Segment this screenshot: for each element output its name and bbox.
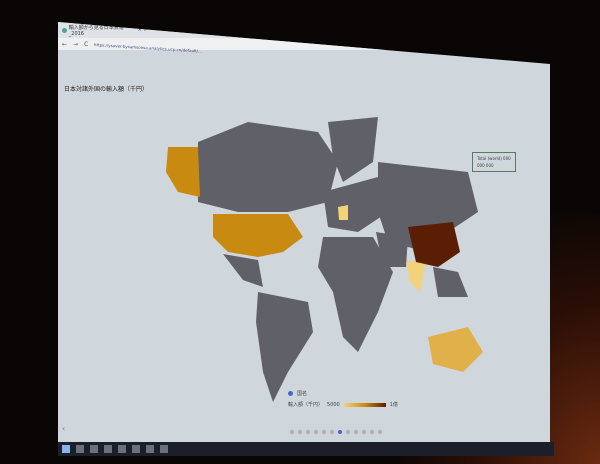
pager-dot[interactable] bbox=[298, 430, 302, 434]
country-canada[interactable] bbox=[198, 122, 338, 212]
pager-dot[interactable] bbox=[338, 430, 342, 434]
country-southeast-asia[interactable] bbox=[433, 267, 468, 297]
world-map[interactable] bbox=[138, 102, 498, 402]
country-south-america[interactable] bbox=[256, 292, 313, 402]
pager-dot[interactable] bbox=[378, 430, 382, 434]
taskbar bbox=[58, 442, 554, 456]
back-button[interactable]: ← bbox=[62, 41, 67, 48]
projected-screen: 輸入額から見る日本貿易_2016 × + ← → C https://ysave… bbox=[58, 22, 550, 442]
map-legend: 国名 輸入額（千円） 5000 1億 bbox=[288, 390, 398, 412]
edge-icon[interactable] bbox=[104, 445, 112, 453]
page-title: 日本対諸外国の輸入額（千円） bbox=[64, 86, 149, 93]
favicon-icon bbox=[62, 27, 67, 33]
nav-bar: ← → C https://ysaver-bysamsonsa.analytic… bbox=[58, 38, 550, 53]
country-usa[interactable] bbox=[213, 214, 303, 257]
pager-dot[interactable] bbox=[290, 430, 294, 434]
pager-dot[interactable] bbox=[346, 430, 350, 434]
address-bar[interactable]: https://ysaver-bysamsonsa.analytics.ucp.… bbox=[94, 42, 202, 54]
country-australia[interactable] bbox=[428, 327, 483, 372]
country-india[interactable] bbox=[406, 260, 426, 292]
legend-scale-label: 輸入額（千円） bbox=[288, 402, 324, 408]
pager-dot[interactable] bbox=[362, 430, 366, 434]
country-mexico[interactable] bbox=[223, 254, 263, 287]
color-scale-bar bbox=[343, 402, 386, 407]
reload-button[interactable]: C bbox=[84, 41, 88, 48]
pager-dot[interactable] bbox=[354, 430, 358, 434]
forward-button[interactable]: → bbox=[73, 41, 78, 48]
browser-tab[interactable]: 輸入額から見る日本貿易_2016 × bbox=[62, 24, 142, 37]
legend-max: 1億 bbox=[389, 402, 398, 408]
task-view-icon[interactable] bbox=[90, 445, 98, 453]
powerpoint-icon[interactable] bbox=[160, 445, 168, 453]
legend-series-label[interactable]: 国名 bbox=[297, 390, 307, 397]
pager-dot[interactable] bbox=[322, 430, 326, 434]
prev-slide-button[interactable]: ‹ bbox=[62, 424, 65, 433]
legend-min: 5000 bbox=[327, 401, 340, 408]
explorer-icon[interactable] bbox=[132, 445, 140, 453]
chrome-icon[interactable] bbox=[118, 445, 126, 453]
pager-dot[interactable] bbox=[314, 430, 318, 434]
windows-start-icon[interactable] bbox=[62, 445, 70, 453]
pager-dot[interactable] bbox=[370, 430, 374, 434]
country-alaska[interactable] bbox=[166, 147, 200, 197]
app-icon[interactable] bbox=[146, 445, 154, 453]
series-marker-icon bbox=[288, 391, 293, 396]
tab-title: 輸入額から見る日本貿易_2016 bbox=[68, 24, 124, 37]
country-china[interactable] bbox=[408, 222, 460, 267]
pager-dot[interactable] bbox=[330, 430, 334, 434]
new-tab-button[interactable]: + bbox=[142, 25, 148, 33]
slide-pager bbox=[290, 430, 382, 434]
pager-dot[interactable] bbox=[306, 430, 310, 434]
tab-bar: 輸入額から見る日本貿易_2016 × + bbox=[58, 22, 550, 38]
search-icon[interactable] bbox=[76, 445, 84, 453]
country-germany[interactable] bbox=[338, 205, 348, 220]
country-greenland[interactable] bbox=[328, 117, 378, 182]
